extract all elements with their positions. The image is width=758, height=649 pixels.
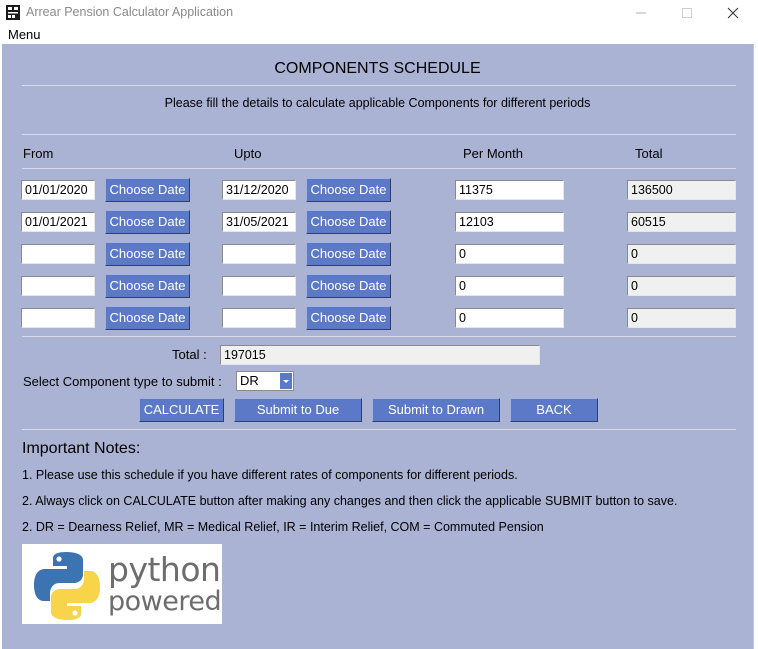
divider <box>22 336 736 337</box>
note-item: 2. DR = Dearness Relief, MR = Medical Re… <box>22 520 544 534</box>
column-header-total: Total <box>635 146 663 161</box>
maximize-button[interactable] <box>664 0 710 26</box>
column-header-upto: Upto <box>234 146 262 161</box>
upto-date-field[interactable] <box>222 308 296 328</box>
app-icon <box>6 5 20 20</box>
divider <box>22 168 736 169</box>
chevron-down-icon[interactable] <box>280 373 292 389</box>
python-powered-logo: python powered <box>22 544 222 624</box>
menu-item-menu[interactable]: Menu <box>8 27 41 42</box>
calculate-button[interactable]: CALCULATE <box>139 398 224 422</box>
upto-choose-date-button[interactable]: Choose Date <box>306 274 391 298</box>
python-logo-icon <box>34 552 100 620</box>
upto-choose-date-button[interactable]: Choose Date <box>306 210 391 234</box>
close-button[interactable] <box>710 0 756 26</box>
per-month-field[interactable]: 12103 <box>455 212 564 232</box>
instructions-text: Please fill the details to calculate app… <box>164 96 591 110</box>
from-date-field[interactable] <box>21 244 95 264</box>
per-month-field[interactable]: 0 <box>455 308 564 328</box>
logo-text-powered: powered <box>108 586 222 617</box>
submit-to-due-button[interactable]: Submit to Due <box>234 398 362 422</box>
logo-text-python: python <box>108 550 221 589</box>
row-total-field: 0 <box>627 276 736 296</box>
title-bar: Arrear Pension Calculator Application <box>0 0 758 26</box>
note-item: 1. Please use this schedule if you have … <box>22 468 518 482</box>
per-month-field[interactable]: 11375 <box>455 180 564 200</box>
back-button[interactable]: BACK <box>510 398 598 422</box>
component-type-value: DR <box>240 373 259 388</box>
window-title: Arrear Pension Calculator Application <box>26 5 234 19</box>
minimize-icon <box>636 12 646 14</box>
main-panel: COMPONENTS SCHEDULE Please fill the deta… <box>2 44 753 649</box>
upto-choose-date-button[interactable]: Choose Date <box>306 242 391 266</box>
divider <box>22 85 736 86</box>
row-total-field: 60515 <box>627 212 736 232</box>
note-item: 2. Always click on CALCULATE button afte… <box>22 494 678 508</box>
upto-date-field[interactable] <box>222 244 296 264</box>
divider <box>22 429 736 430</box>
component-type-select[interactable]: DR <box>236 371 294 391</box>
from-date-field[interactable]: 01/01/2020 <box>21 180 95 200</box>
upto-choose-date-button[interactable]: Choose Date <box>306 178 391 202</box>
column-header-from: From <box>23 146 54 161</box>
column-header-per-month: Per Month <box>463 146 523 161</box>
row-total-field: 136500 <box>627 180 736 200</box>
row-total-field: 0 <box>627 308 736 328</box>
upto-date-field[interactable] <box>222 276 296 296</box>
maximize-icon <box>682 8 692 18</box>
from-choose-date-button[interactable]: Choose Date <box>105 242 190 266</box>
grand-total-field: 197015 <box>220 345 540 365</box>
component-select-label: Select Component type to submit : <box>23 374 222 389</box>
from-choose-date-button[interactable]: Choose Date <box>105 178 190 202</box>
per-month-field[interactable]: 0 <box>455 244 564 264</box>
from-choose-date-button[interactable]: Choose Date <box>105 274 190 298</box>
from-date-field[interactable] <box>21 308 95 328</box>
page-title: COMPONENTS SCHEDULE <box>274 60 481 77</box>
upto-date-field[interactable]: 31/12/2020 <box>222 180 296 200</box>
from-date-field[interactable] <box>21 276 95 296</box>
close-icon <box>727 7 739 19</box>
grand-total-label: Total : <box>172 347 207 362</box>
submit-to-drawn-button[interactable]: Submit to Drawn <box>372 398 500 422</box>
minimize-button[interactable] <box>618 0 664 26</box>
upto-choose-date-button[interactable]: Choose Date <box>306 306 391 330</box>
window-border <box>753 44 758 649</box>
upto-date-field[interactable]: 31/05/2021 <box>222 212 296 232</box>
row-total-field: 0 <box>627 244 736 264</box>
from-choose-date-button[interactable]: Choose Date <box>105 306 190 330</box>
from-date-field[interactable]: 01/01/2021 <box>21 212 95 232</box>
menu-bar: Menu <box>0 26 758 44</box>
notes-title: Important Notes: <box>22 440 141 457</box>
divider <box>22 134 736 135</box>
from-choose-date-button[interactable]: Choose Date <box>105 210 190 234</box>
per-month-field[interactable]: 0 <box>455 276 564 296</box>
